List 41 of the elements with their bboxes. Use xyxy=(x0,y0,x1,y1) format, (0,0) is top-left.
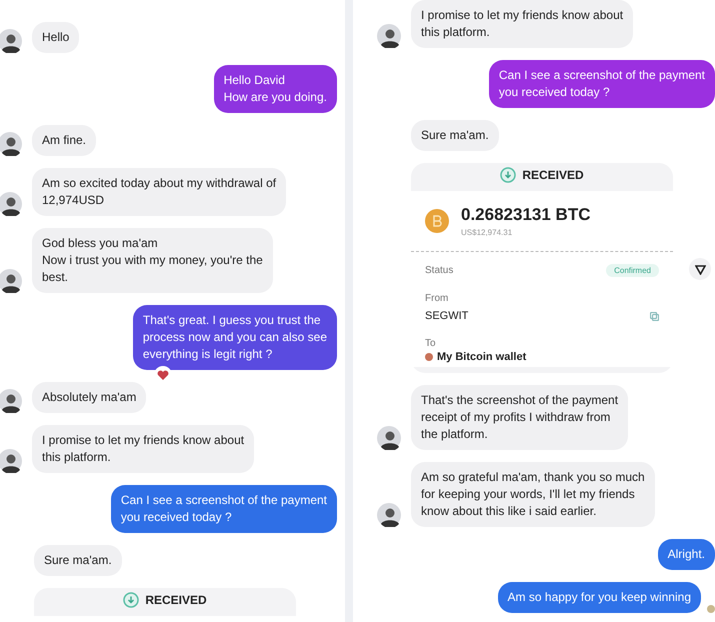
message-bubble: Am fine. xyxy=(32,125,96,156)
receipt-title: RECEIVED xyxy=(145,593,207,607)
avatar-icon xyxy=(0,389,22,413)
message-bubble: That's the screenshot of the payment receipt of my profits I withdraw from the platform. xyxy=(411,385,628,450)
to-value: My Bitcoin wallet xyxy=(437,351,526,363)
message-bubble: Alright. xyxy=(658,539,715,570)
message-bubble: Hello David How are you doing. xyxy=(214,65,337,113)
message-bubble: Am so excited today about my withdrawal of 12,974USD xyxy=(32,168,286,216)
avatar-icon xyxy=(0,269,22,293)
from-value: SEGWIT xyxy=(425,310,468,322)
filter-button[interactable] xyxy=(689,258,711,280)
message-bubble: Sure ma'am. xyxy=(411,120,499,151)
fiat-amount: US$12,974.31 xyxy=(461,228,514,237)
message-bubble: I promise to let my friends know about this platform. xyxy=(32,425,254,473)
coin-icon xyxy=(425,209,449,233)
to-label: To xyxy=(425,338,436,349)
receipt-title: RECEIVED xyxy=(522,168,584,182)
status-label: Status xyxy=(425,265,454,276)
avatar-icon xyxy=(0,192,22,216)
avatar-icon xyxy=(0,449,22,473)
message-bubble: God bless you ma'am Now i trust you with my money, you're the best. xyxy=(32,228,273,293)
message-bubble: I promise to let my friends know about this platform. xyxy=(411,0,634,48)
download-icon xyxy=(500,167,516,183)
from-label: From xyxy=(425,293,448,304)
message-bubble: Am so grateful ma'am, thank you so much for keeping your words, I'll let my friends know about this like i said earlier. xyxy=(411,462,655,527)
filter-icon xyxy=(694,264,706,274)
message-bubble: Hello xyxy=(32,22,80,53)
download-icon xyxy=(123,592,140,608)
avatar-icon xyxy=(377,503,401,527)
message-bubble: Absolutely ma'am xyxy=(32,382,146,413)
avatar-icon xyxy=(0,132,22,156)
message-bubble: Am so happy for you keep winning xyxy=(498,582,701,613)
message-bubble: Sure ma'am. xyxy=(34,545,122,576)
crypto-amount: 0.26823131 BTC xyxy=(461,205,590,225)
message-bubble: Can I see a screenshot of the payment you received today ? xyxy=(488,60,715,108)
avatar-icon xyxy=(377,426,401,450)
message-bubble: That's great. I guess you trust the process now and you can also see everything is legit right ? xyxy=(132,305,337,370)
message-bubble: Can I see a screenshot of the payment you received today ? xyxy=(110,485,337,533)
status-tag: Confirmed xyxy=(606,264,659,277)
avatar-icon xyxy=(0,29,22,53)
avatar-icon xyxy=(377,24,401,48)
